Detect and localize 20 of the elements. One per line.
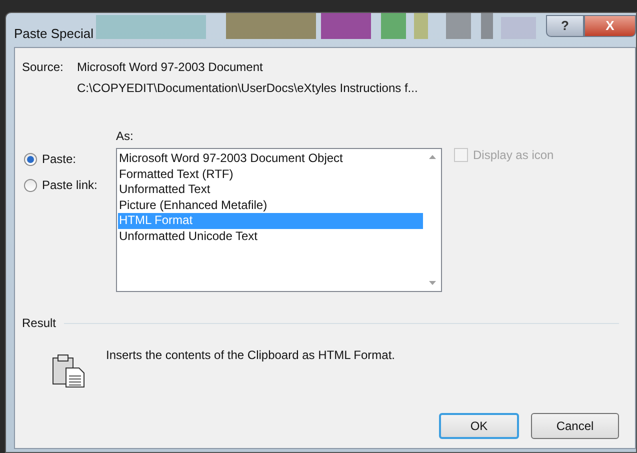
source-path: C:\COPYEDIT\Documentation\UserDocs\eXtyles Instructions f...: [77, 80, 418, 97]
ok-button[interactable]: OK: [439, 413, 519, 439]
radio-button[interactable]: Paste:: [24, 150, 116, 168]
radio-button[interactable]: Paste link:: [24, 176, 116, 194]
source-value: Microsoft Word 97-2003 Document: [77, 59, 264, 76]
list-item[interactable]: Microsoft Word 97-2003 Document Object: [118, 151, 423, 166]
list-item[interactable]: Picture (Enhanced Metafile): [118, 198, 423, 213]
window-title: Paste Special: [14, 25, 94, 43]
clipboard-icon: [52, 354, 86, 388]
as-label: As:: [116, 128, 134, 145]
result-description: Inserts the contents of the Clipboard as HTML Format.: [106, 347, 396, 364]
list-item[interactable]: Formatted Text (RTF): [118, 166, 423, 182]
list-item[interactable]: Unformatted Text: [118, 182, 423, 198]
source-label: Source:: [22, 59, 64, 76]
list-item[interactable]: Unformatted Unicode Text: [118, 228, 423, 244]
result-label: Result: [22, 315, 56, 332]
scroll-up-icon[interactable]: [429, 155, 436, 159]
cancel-button[interactable]: Cancel: [531, 413, 619, 439]
scroll-down-icon[interactable]: [429, 281, 436, 285]
help-button[interactable]: ?: [546, 15, 584, 37]
